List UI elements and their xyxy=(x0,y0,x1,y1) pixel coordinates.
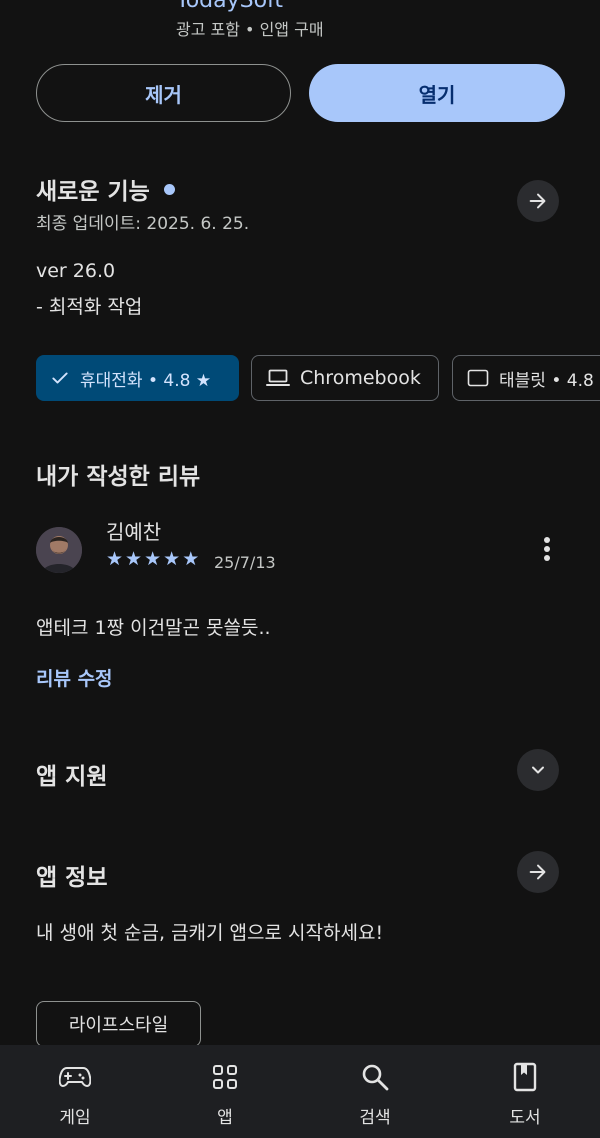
nav-label: 앱 xyxy=(217,1108,233,1128)
review-more-button[interactable] xyxy=(530,532,564,566)
whats-new-header[interactable]: 새로운 기능 xyxy=(36,172,175,206)
app-info-title[interactable]: 앱 정보 xyxy=(36,858,108,892)
last-updated-text: 최종 업데이트: 2025. 6. 25. xyxy=(36,214,250,234)
uninstall-button[interactable]: 제거 xyxy=(36,64,291,122)
app-subline: 광고 포함 • 인앱 구매 xyxy=(176,20,324,39)
device-chip-label: 태블릿 • 4.8 xyxy=(499,370,594,391)
star-icon: ★ xyxy=(182,548,200,570)
nav-item-books[interactable]: 도서 xyxy=(475,1045,575,1138)
nav-label: 게임 xyxy=(59,1108,91,1128)
review-date: 25/7/13 xyxy=(214,553,276,572)
nav-item-games[interactable]: 게임 xyxy=(25,1045,125,1138)
app-info-arrow-button[interactable] xyxy=(517,851,559,893)
arrow-right-icon xyxy=(529,193,546,209)
book-icon xyxy=(513,1062,537,1092)
nav-label: 검색 xyxy=(359,1108,391,1128)
version-text: ver 26.0 xyxy=(36,260,116,282)
star-icon: ★ xyxy=(163,548,181,570)
star-icon: ★ xyxy=(125,548,143,570)
device-chip-label: 휴대전화 • 4.8 ★ xyxy=(80,370,212,391)
app-support-expand-button[interactable] xyxy=(517,749,559,791)
developer-name[interactable]: TodaySoft xyxy=(176,0,283,13)
search-icon xyxy=(362,1064,389,1091)
device-chip-phone[interactable]: 휴대전화 • 4.8 ★ xyxy=(36,355,239,401)
star-icon: ★ xyxy=(144,548,162,570)
open-button[interactable]: 열기 xyxy=(309,64,565,122)
gamepad-icon xyxy=(59,1067,91,1087)
new-indicator-dot xyxy=(163,183,175,195)
device-chip-label: Chromebook xyxy=(300,367,421,389)
review-rating-stars: ★ ★ ★ ★ ★ xyxy=(106,549,199,569)
edit-review-link[interactable]: 리뷰 수정 xyxy=(36,664,113,691)
app-description: 내 생애 첫 순금, 금캐기 앱으로 시작하세요! xyxy=(36,922,384,944)
apps-grid-icon xyxy=(213,1065,237,1089)
release-note-text: - 최적화 작업 xyxy=(36,296,143,318)
app-support-title[interactable]: 앱 지원 xyxy=(36,757,108,791)
device-chip-chromebook[interactable]: Chromebook xyxy=(251,355,439,401)
check-icon xyxy=(52,372,68,384)
tablet-icon xyxy=(467,369,489,387)
bottom-nav: 게임 앱 검색 도서 xyxy=(0,1045,600,1138)
laptop-icon xyxy=(266,369,290,386)
chevron-down-icon xyxy=(532,766,544,774)
whats-new-title: 새로운 기능 xyxy=(36,179,150,205)
arrow-right-icon xyxy=(529,864,546,880)
category-tag[interactable]: 라이프스타일 xyxy=(36,1001,201,1047)
nav-item-search[interactable]: 검색 xyxy=(325,1045,425,1138)
avatar xyxy=(36,527,82,573)
my-review-title: 내가 작성한 리뷰 xyxy=(36,464,201,490)
nav-item-apps[interactable]: 앱 xyxy=(175,1045,275,1138)
review-author: 김예찬 xyxy=(106,520,162,544)
nav-label: 도서 xyxy=(509,1108,541,1128)
more-vert-icon xyxy=(544,537,550,561)
star-icon: ★ xyxy=(106,548,124,570)
whats-new-arrow-button[interactable] xyxy=(517,180,559,222)
device-chip-tablet[interactable]: 태블릿 • 4.8 xyxy=(452,355,600,401)
review-text: 앱테크 1짱 이건말곤 못쓸듯.. xyxy=(36,617,271,639)
